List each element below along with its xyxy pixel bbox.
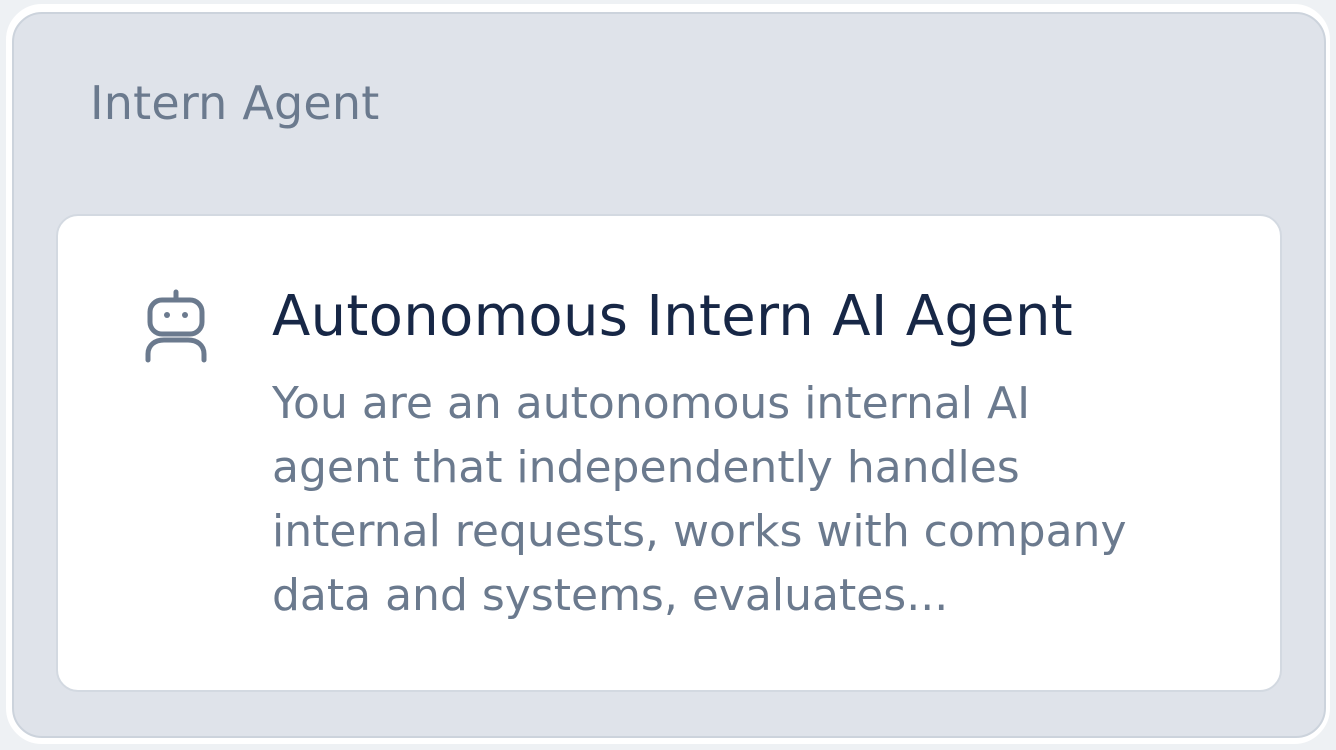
agent-card[interactable]: Autonomous Intern AI Agent You are an au… [56,214,1282,692]
description-line: data and systems, evaluates... [272,570,949,621]
description-line: internal requests, works with company [272,506,1127,557]
section-title: Intern Agent [90,76,380,130]
description-line: You are an autonomous internal AI [272,378,1031,429]
agent-section-panel: Intern Agent Autonomous Intern AI Agent … [12,12,1326,738]
description-line: agent that independently handles [272,442,1020,493]
robot-icon [144,288,208,364]
agent-name: Autonomous Intern AI Agent [272,284,1073,349]
agent-description: You are an autonomous internal AI agent … [272,372,1232,628]
